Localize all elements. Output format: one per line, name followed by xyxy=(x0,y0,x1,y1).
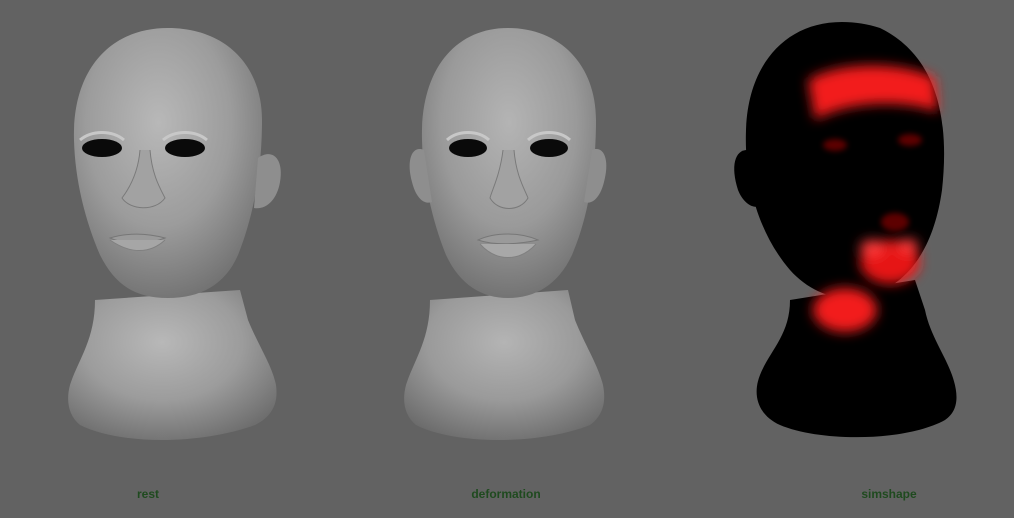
scene xyxy=(68,22,957,440)
head-deformation[interactable] xyxy=(404,28,607,440)
label-rest: rest xyxy=(136,487,160,501)
label-simshape: simshape xyxy=(861,487,917,501)
3d-viewport[interactable]: rest deformation simshape xyxy=(0,0,1014,518)
head-rest[interactable] xyxy=(68,28,281,440)
label-deformation: deformation xyxy=(471,487,541,501)
head-simshape[interactable] xyxy=(734,22,957,438)
